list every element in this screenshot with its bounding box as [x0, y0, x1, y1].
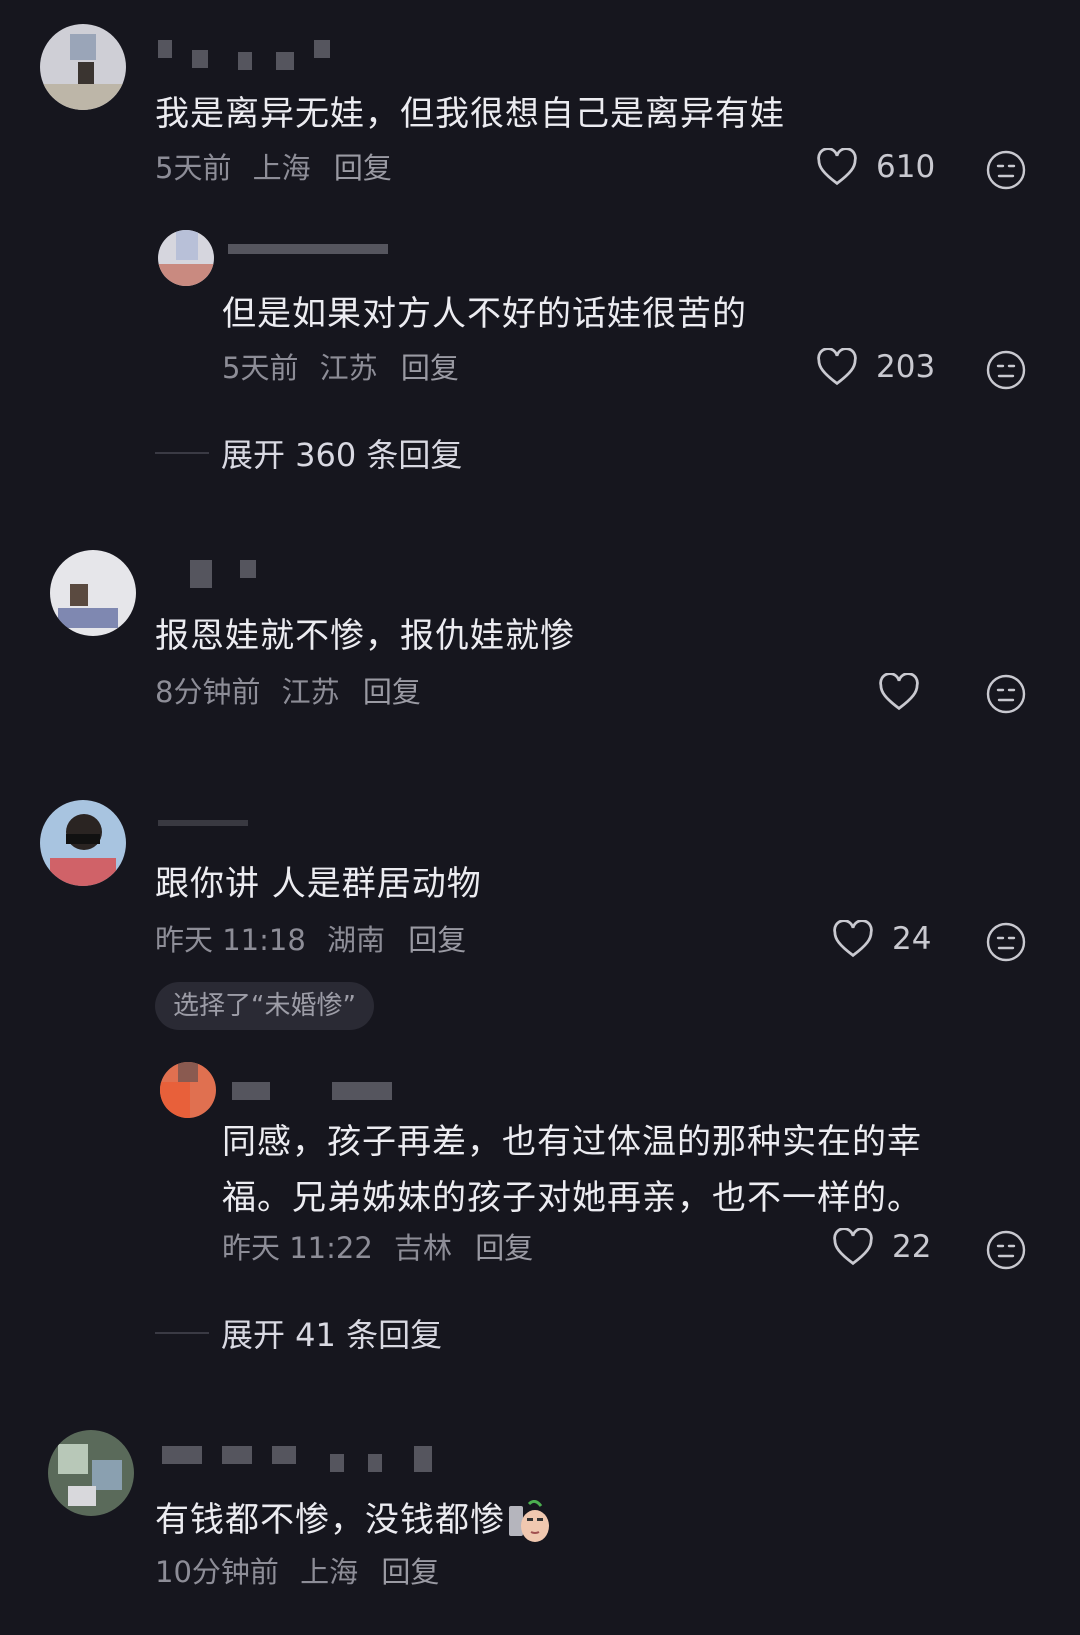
like-button[interactable]: 203 — [816, 348, 935, 386]
heart-icon — [817, 348, 857, 386]
sticker — [509, 1499, 549, 1542]
timestamp: 8分钟前 — [155, 675, 261, 709]
comment-text: 有钱都不惨，没钱都惨 — [155, 1492, 551, 1548]
location: 吉林 — [394, 1231, 453, 1265]
username[interactable] — [232, 1082, 422, 1108]
divider — [155, 1332, 209, 1334]
avatar[interactable] — [40, 24, 126, 110]
expand-replies-button[interactable]: 展开 360 条回复 — [155, 430, 462, 476]
reply-button[interactable]: 回复 — [381, 1555, 439, 1589]
divider — [155, 452, 209, 454]
comment-meta: 5天前 上海 回复 — [155, 148, 392, 188]
avatar[interactable] — [50, 550, 136, 636]
comment-meta: 10分钟前 上海 回复 — [155, 1552, 439, 1592]
like-count: 203 — [876, 349, 936, 385]
username[interactable] — [190, 560, 280, 588]
timestamp: 昨天 11:18 — [155, 923, 306, 957]
comment-text: 但是如果对方人不好的话娃很苦的 — [222, 294, 747, 334]
like-count: 610 — [876, 149, 936, 185]
reply-button[interactable]: 回复 — [363, 675, 421, 709]
meh-face-icon[interactable] — [986, 922, 1026, 962]
comment-meta: 昨天 11:18 湖南 回复 — [155, 920, 466, 960]
location: 上海 — [252, 151, 311, 185]
avatar[interactable] — [40, 800, 126, 886]
comment-meta: 8分钟前 江苏 回复 — [155, 672, 421, 712]
heart-icon — [833, 920, 873, 958]
location: 湖南 — [327, 923, 386, 957]
vote-choice-badge: 选择了“未婚惨” — [155, 982, 374, 1030]
username[interactable] — [228, 244, 398, 270]
location: 江苏 — [319, 351, 378, 385]
reply-button[interactable]: 回复 — [408, 923, 466, 957]
like-button[interactable]: 22 — [832, 1228, 931, 1266]
like-button[interactable] — [878, 673, 920, 711]
reply-button[interactable]: 回复 — [475, 1231, 533, 1265]
expand-label: 展开 360 条回复 — [221, 436, 463, 474]
username[interactable] — [158, 40, 338, 70]
meh-face-icon[interactable] — [986, 350, 1026, 390]
like-button[interactable]: 610 — [816, 148, 935, 186]
comment-text: 我是离异无娃，但我很想自己是离异有娃 — [155, 94, 785, 134]
expand-label: 展开 41 条回复 — [221, 1316, 443, 1354]
comment-text: 福。兄弟姊妹的孩子对她再亲，也不一样的。 — [222, 1178, 922, 1218]
comment-text: 报恩娃就不惨，报仇娃就惨 — [155, 616, 575, 656]
location: 江苏 — [281, 675, 340, 709]
expand-replies-button[interactable]: 展开 41 条回复 — [155, 1310, 442, 1356]
avatar[interactable] — [160, 1062, 216, 1118]
comment-meta: 昨天 11:22 吉林 回复 — [222, 1228, 533, 1268]
username[interactable] — [158, 820, 258, 846]
reply-button[interactable]: 回复 — [334, 151, 392, 185]
like-count: 24 — [892, 921, 932, 957]
reply-button[interactable]: 回复 — [401, 351, 459, 385]
avatar[interactable] — [48, 1430, 134, 1516]
meh-face-icon[interactable] — [986, 674, 1026, 714]
comment-text: 跟你讲 人是群居动物 — [155, 864, 482, 904]
heart-icon — [817, 148, 857, 186]
avatar[interactable] — [158, 230, 214, 286]
comment-text: 同感，孩子再差，也有过体温的那种实在的幸 — [222, 1122, 922, 1162]
username[interactable] — [162, 1446, 442, 1472]
meh-face-icon[interactable] — [986, 150, 1026, 190]
location: 上海 — [300, 1555, 359, 1589]
meh-face-icon[interactable] — [986, 1230, 1026, 1270]
heart-icon — [833, 1228, 873, 1266]
heart-icon — [879, 673, 919, 711]
timestamp: 5天前 — [155, 151, 232, 185]
timestamp: 5天前 — [222, 351, 299, 385]
comment-text-body: 有钱都不惨，没钱都惨 — [155, 1500, 505, 1540]
like-button[interactable]: 24 — [832, 920, 931, 958]
like-count: 22 — [892, 1229, 932, 1265]
timestamp: 10分钟前 — [155, 1555, 279, 1589]
comment-meta: 5天前 江苏 回复 — [222, 348, 459, 388]
timestamp: 昨天 11:22 — [222, 1231, 373, 1265]
